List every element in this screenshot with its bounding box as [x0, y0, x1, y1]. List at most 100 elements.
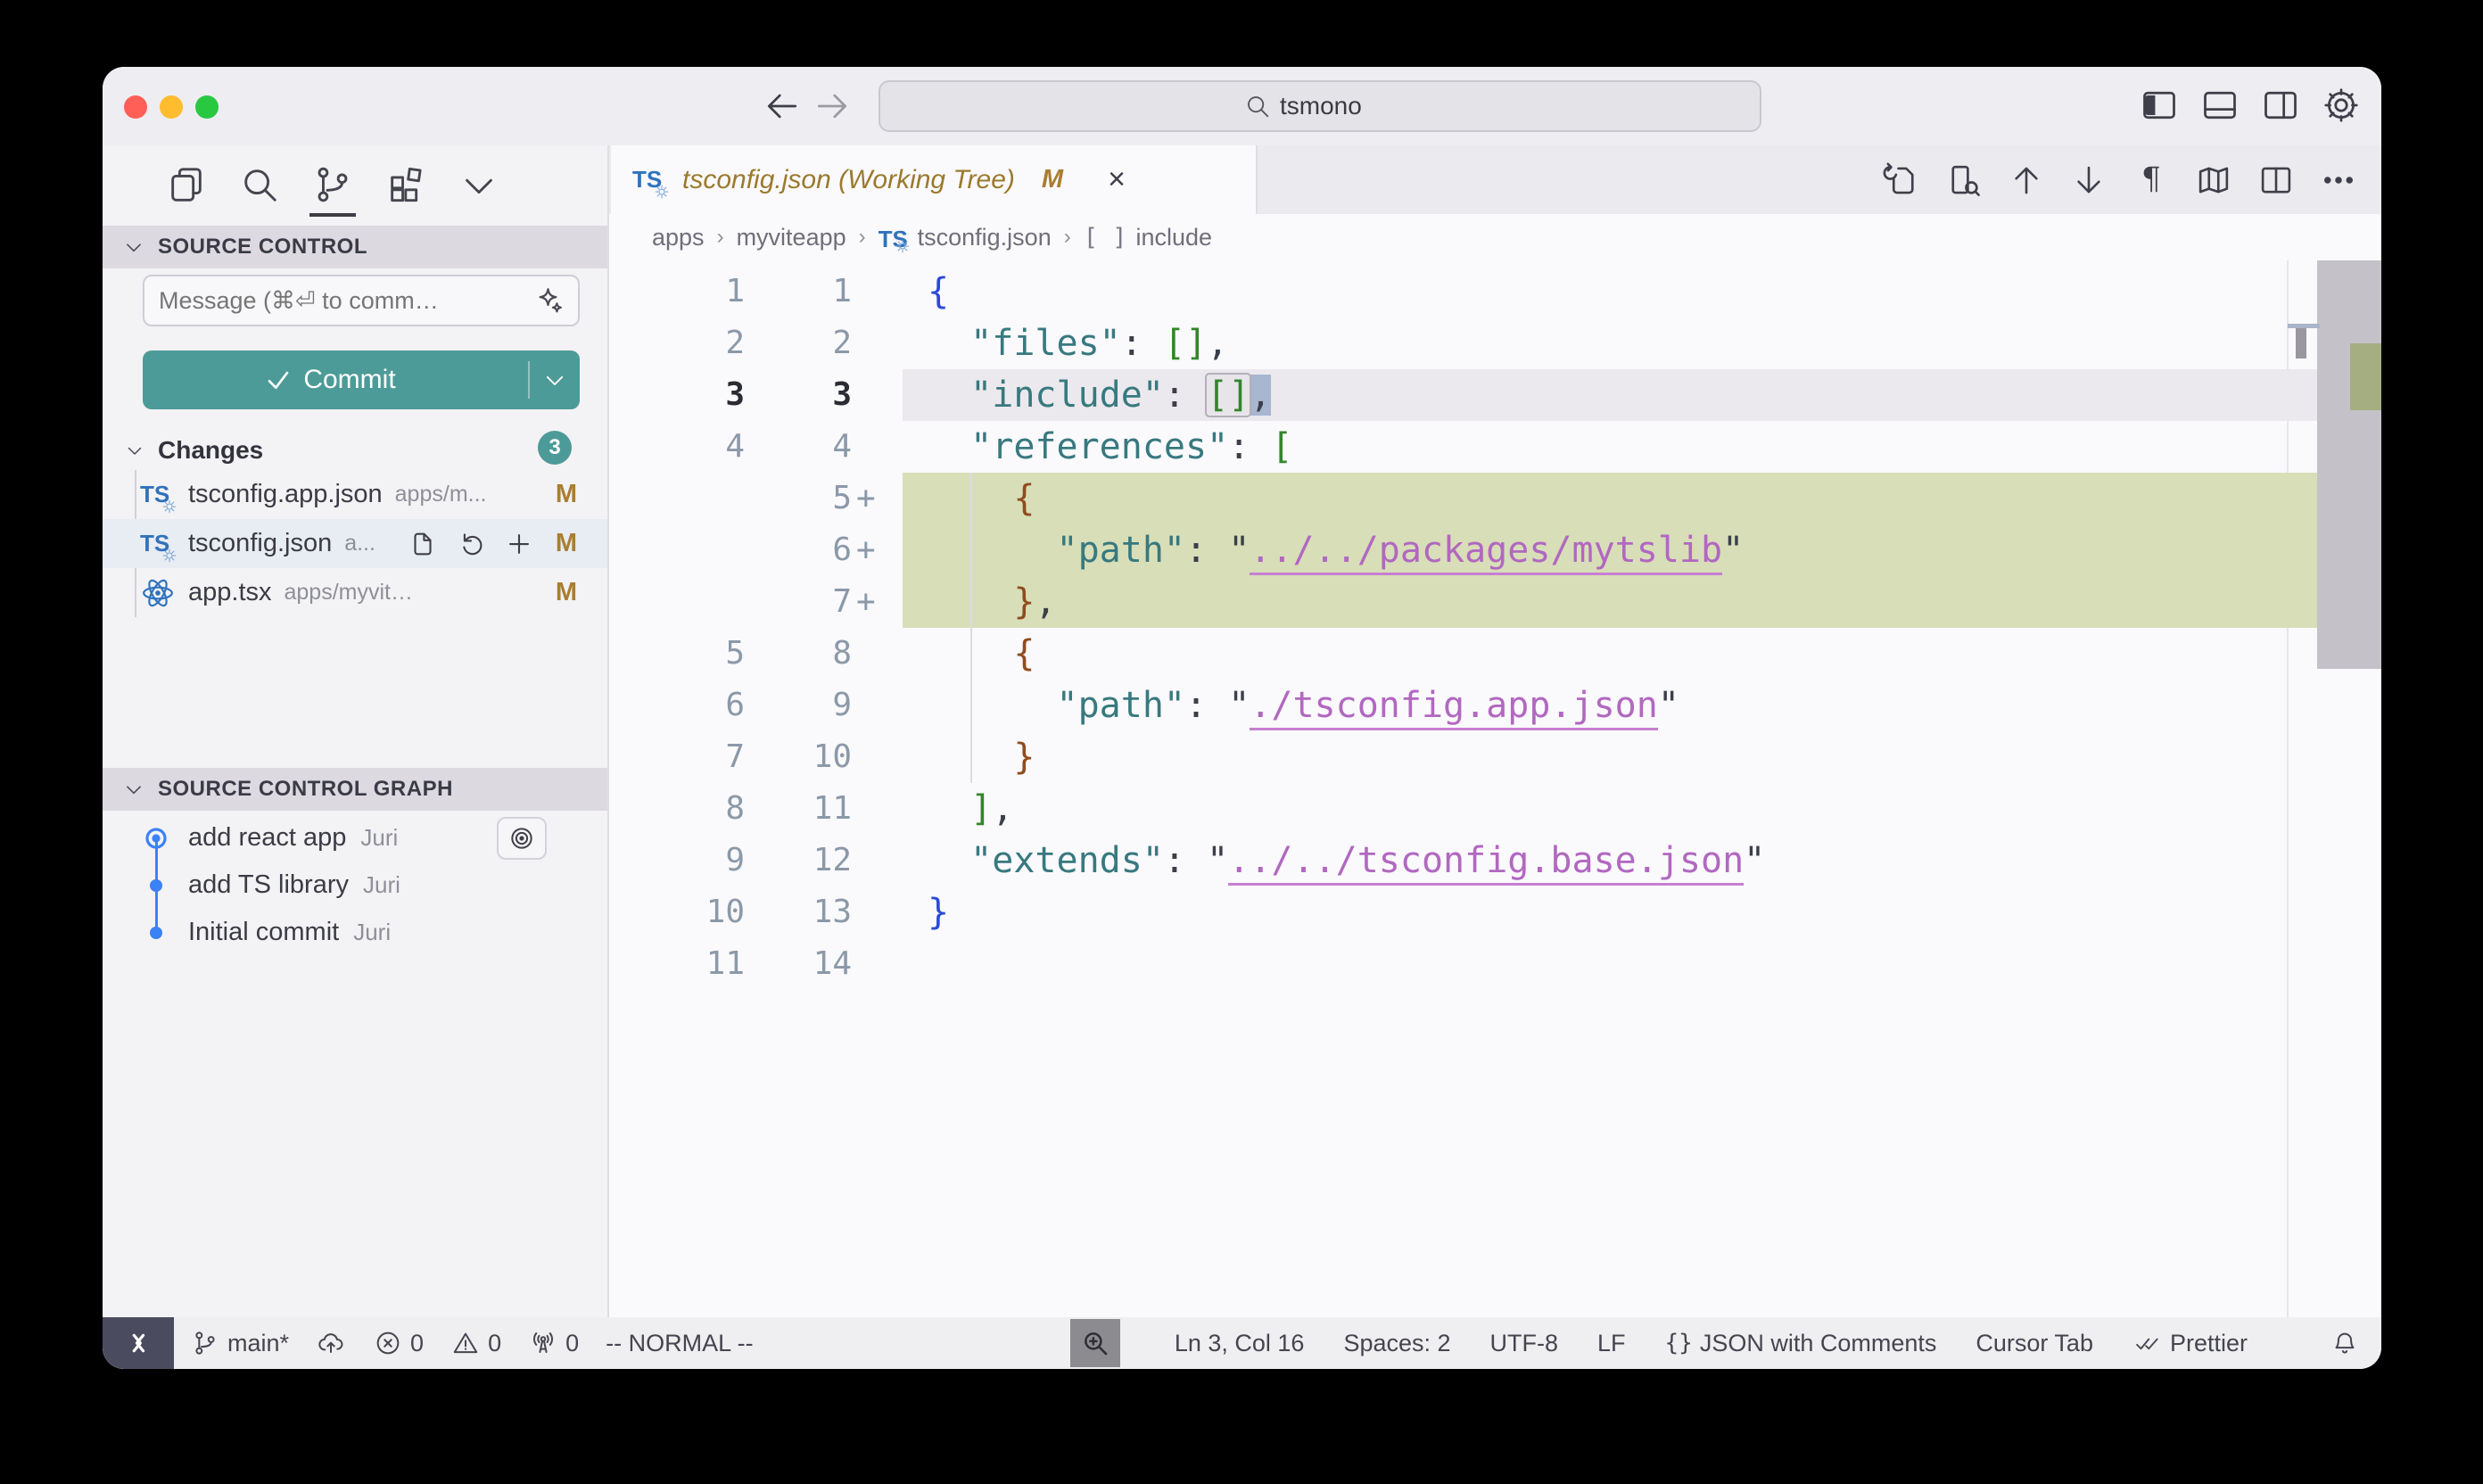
code-line[interactable]: 1013}	[609, 886, 2381, 938]
chevron-down-icon	[124, 440, 145, 461]
code-line[interactable]: 69 "path": "./tsconfig.app.json"	[609, 680, 2381, 731]
back-arrow-icon[interactable]	[763, 87, 802, 126]
code-line[interactable]: 710 }	[609, 731, 2381, 783]
code-line[interactable]: 58 {	[609, 628, 2381, 680]
eol[interactable]: LF	[1597, 1330, 1626, 1357]
source-control-graph-header[interactable]: SOURCE CONTROL GRAPH	[103, 768, 607, 811]
typescript-config-icon: TS	[140, 477, 176, 513]
activity-item-search[interactable]	[238, 163, 281, 206]
code-line[interactable]: 6+ "path": "../../packages/mytslib"	[609, 524, 2381, 576]
code-line[interactable]: 7+ },	[609, 576, 2381, 628]
open-file-icon[interactable]	[406, 527, 440, 561]
old-line-number	[638, 524, 745, 576]
notifications-bell[interactable]	[2330, 1328, 2360, 1358]
whitespace-icon[interactable]: ¶	[2132, 161, 2171, 200]
zoom-level-indicator[interactable]	[1070, 1319, 1120, 1367]
discard-icon[interactable]	[454, 527, 488, 561]
old-line-number: 4	[638, 421, 745, 473]
breadcrumb-separator-icon: ›	[1064, 225, 1071, 250]
activity-item-extensions[interactable]	[384, 163, 427, 206]
toggle-panel-icon[interactable]	[2199, 85, 2240, 126]
code-line[interactable]: 22 "files": [],	[609, 317, 2381, 369]
toggle-secondary-sidebar-icon[interactable]	[2260, 85, 2301, 126]
code-line[interactable]: 1114	[609, 938, 2381, 990]
change-row-tsconfig.app.json[interactable]: TS tsconfig.app.json apps/m... M	[103, 470, 607, 519]
commit-row[interactable]: add react app Juri	[103, 814, 607, 862]
code-text: "extends": "../../tsconfig.base.json"	[928, 835, 1765, 886]
stage-plus-icon[interactable]	[502, 527, 536, 561]
code-line[interactable]: 33 "include": [],	[609, 369, 2381, 421]
formatter[interactable]: Prettier	[2132, 1328, 2248, 1358]
vim-mode[interactable]: -- NORMAL --	[606, 1330, 753, 1357]
activity-item-source-control[interactable]	[311, 163, 354, 206]
added-line-highlight	[903, 576, 2317, 628]
source-control-icon	[312, 164, 353, 205]
target-icon[interactable]	[497, 817, 547, 860]
settings-gear-icon[interactable]	[2321, 85, 2362, 126]
diff-editor[interactable]: 11{22 "files": [],33 "include": [],44 "r…	[609, 260, 2381, 1317]
modified-badge: M	[556, 480, 577, 509]
more-actions-icon[interactable]	[2319, 161, 2358, 200]
code-line[interactable]: 11{	[609, 266, 2381, 317]
minimize-window-button[interactable]	[160, 95, 183, 119]
source-control-header[interactable]: SOURCE CONTROL	[103, 226, 607, 268]
old-line-number: 5	[638, 628, 745, 680]
language-mode[interactable]: {} JSON with Comments	[1665, 1330, 1937, 1357]
branch-indicator[interactable]: main*	[190, 1328, 289, 1358]
command-center-search[interactable]	[879, 80, 1761, 132]
extensions-icon	[385, 164, 426, 205]
error-count[interactable]: 0	[373, 1328, 424, 1358]
activity-item-more-views[interactable]	[458, 163, 500, 206]
split-editor-icon[interactable]	[2256, 161, 2296, 200]
toggle-primary-sidebar-icon[interactable]	[2139, 85, 2180, 126]
maximize-window-button[interactable]	[195, 95, 219, 119]
search-input[interactable]	[1280, 92, 1396, 120]
warning-count[interactable]: 0	[450, 1328, 501, 1358]
old-line-number: 1	[638, 266, 745, 317]
inline-view-icon[interactable]	[1944, 161, 1984, 200]
file-path: apps/m...	[395, 482, 487, 507]
sparkle-icon[interactable]	[533, 284, 565, 317]
forward-arrow-icon[interactable]	[813, 87, 852, 126]
publish-changes[interactable]	[316, 1328, 346, 1358]
indentation[interactable]: Spaces: 2	[1343, 1330, 1450, 1357]
change-row-tsconfig.json[interactable]: TS tsconfig.json a... M	[103, 519, 607, 568]
commit-message-box[interactable]	[143, 275, 580, 326]
tab-modified-badge: M	[1042, 165, 1063, 194]
commit-row[interactable]: Initial commit Juri	[103, 909, 607, 956]
prev-change-icon[interactable]	[2007, 161, 2046, 200]
breadcrumb-item[interactable]: myviteapp	[737, 224, 846, 251]
breadcrumb-item[interactable]: apps	[652, 224, 705, 251]
new-line-number: 2	[745, 317, 852, 369]
source-control-title: SOURCE CONTROL	[158, 235, 367, 260]
code-line[interactable]: 912 "extends": "../../tsconfig.base.json…	[609, 835, 2381, 886]
changes-section-header[interactable]: Changes 3	[103, 431, 607, 470]
close-icon[interactable]: ×	[1101, 164, 1133, 196]
breadcrumb-item[interactable]: [ ]include	[1084, 224, 1212, 251]
change-row-app.tsx[interactable]: app.tsx apps/myviteapp/sr... M	[103, 568, 607, 617]
code-line[interactable]: 44 "references": [	[609, 421, 2381, 473]
old-line-number: 2	[638, 317, 745, 369]
vscode-window: SOURCE CONTROL Commit Changes 3 TS tscon…	[103, 67, 2381, 1369]
ports-indicator[interactable]: 0	[528, 1328, 579, 1358]
old-line-number: 6	[638, 680, 745, 731]
breadcrumb-item[interactable]: TStsconfig.json	[879, 222, 1052, 252]
cursor-tab[interactable]: Cursor Tab	[1976, 1330, 2093, 1357]
next-change-icon[interactable]	[2069, 161, 2108, 200]
code-line[interactable]: 811 ],	[609, 783, 2381, 835]
map-icon[interactable]	[2194, 161, 2233, 200]
activity-item-explorer[interactable]	[165, 163, 208, 206]
commit-row[interactable]: add TS library Juri	[103, 862, 607, 909]
encoding[interactable]: UTF-8	[1490, 1330, 1559, 1357]
cursor-position[interactable]: Ln 3, Col 16	[1175, 1330, 1305, 1357]
commit-dot-icon	[144, 873, 169, 898]
commit-button[interactable]: Commit	[143, 350, 580, 409]
open-changes-icon[interactable]	[1882, 161, 1921, 200]
remote-indicator[interactable]	[103, 1317, 174, 1369]
commit-dropdown-button[interactable]	[530, 350, 580, 409]
commit-message-input[interactable]	[157, 286, 533, 316]
tab-tsconfig-working-tree[interactable]: TS tsconfig.json (Working Tree) M ×	[611, 145, 1258, 214]
layout-controls	[2139, 85, 2362, 126]
code-line[interactable]: 5+ {	[609, 473, 2381, 524]
close-window-button[interactable]	[124, 95, 147, 119]
